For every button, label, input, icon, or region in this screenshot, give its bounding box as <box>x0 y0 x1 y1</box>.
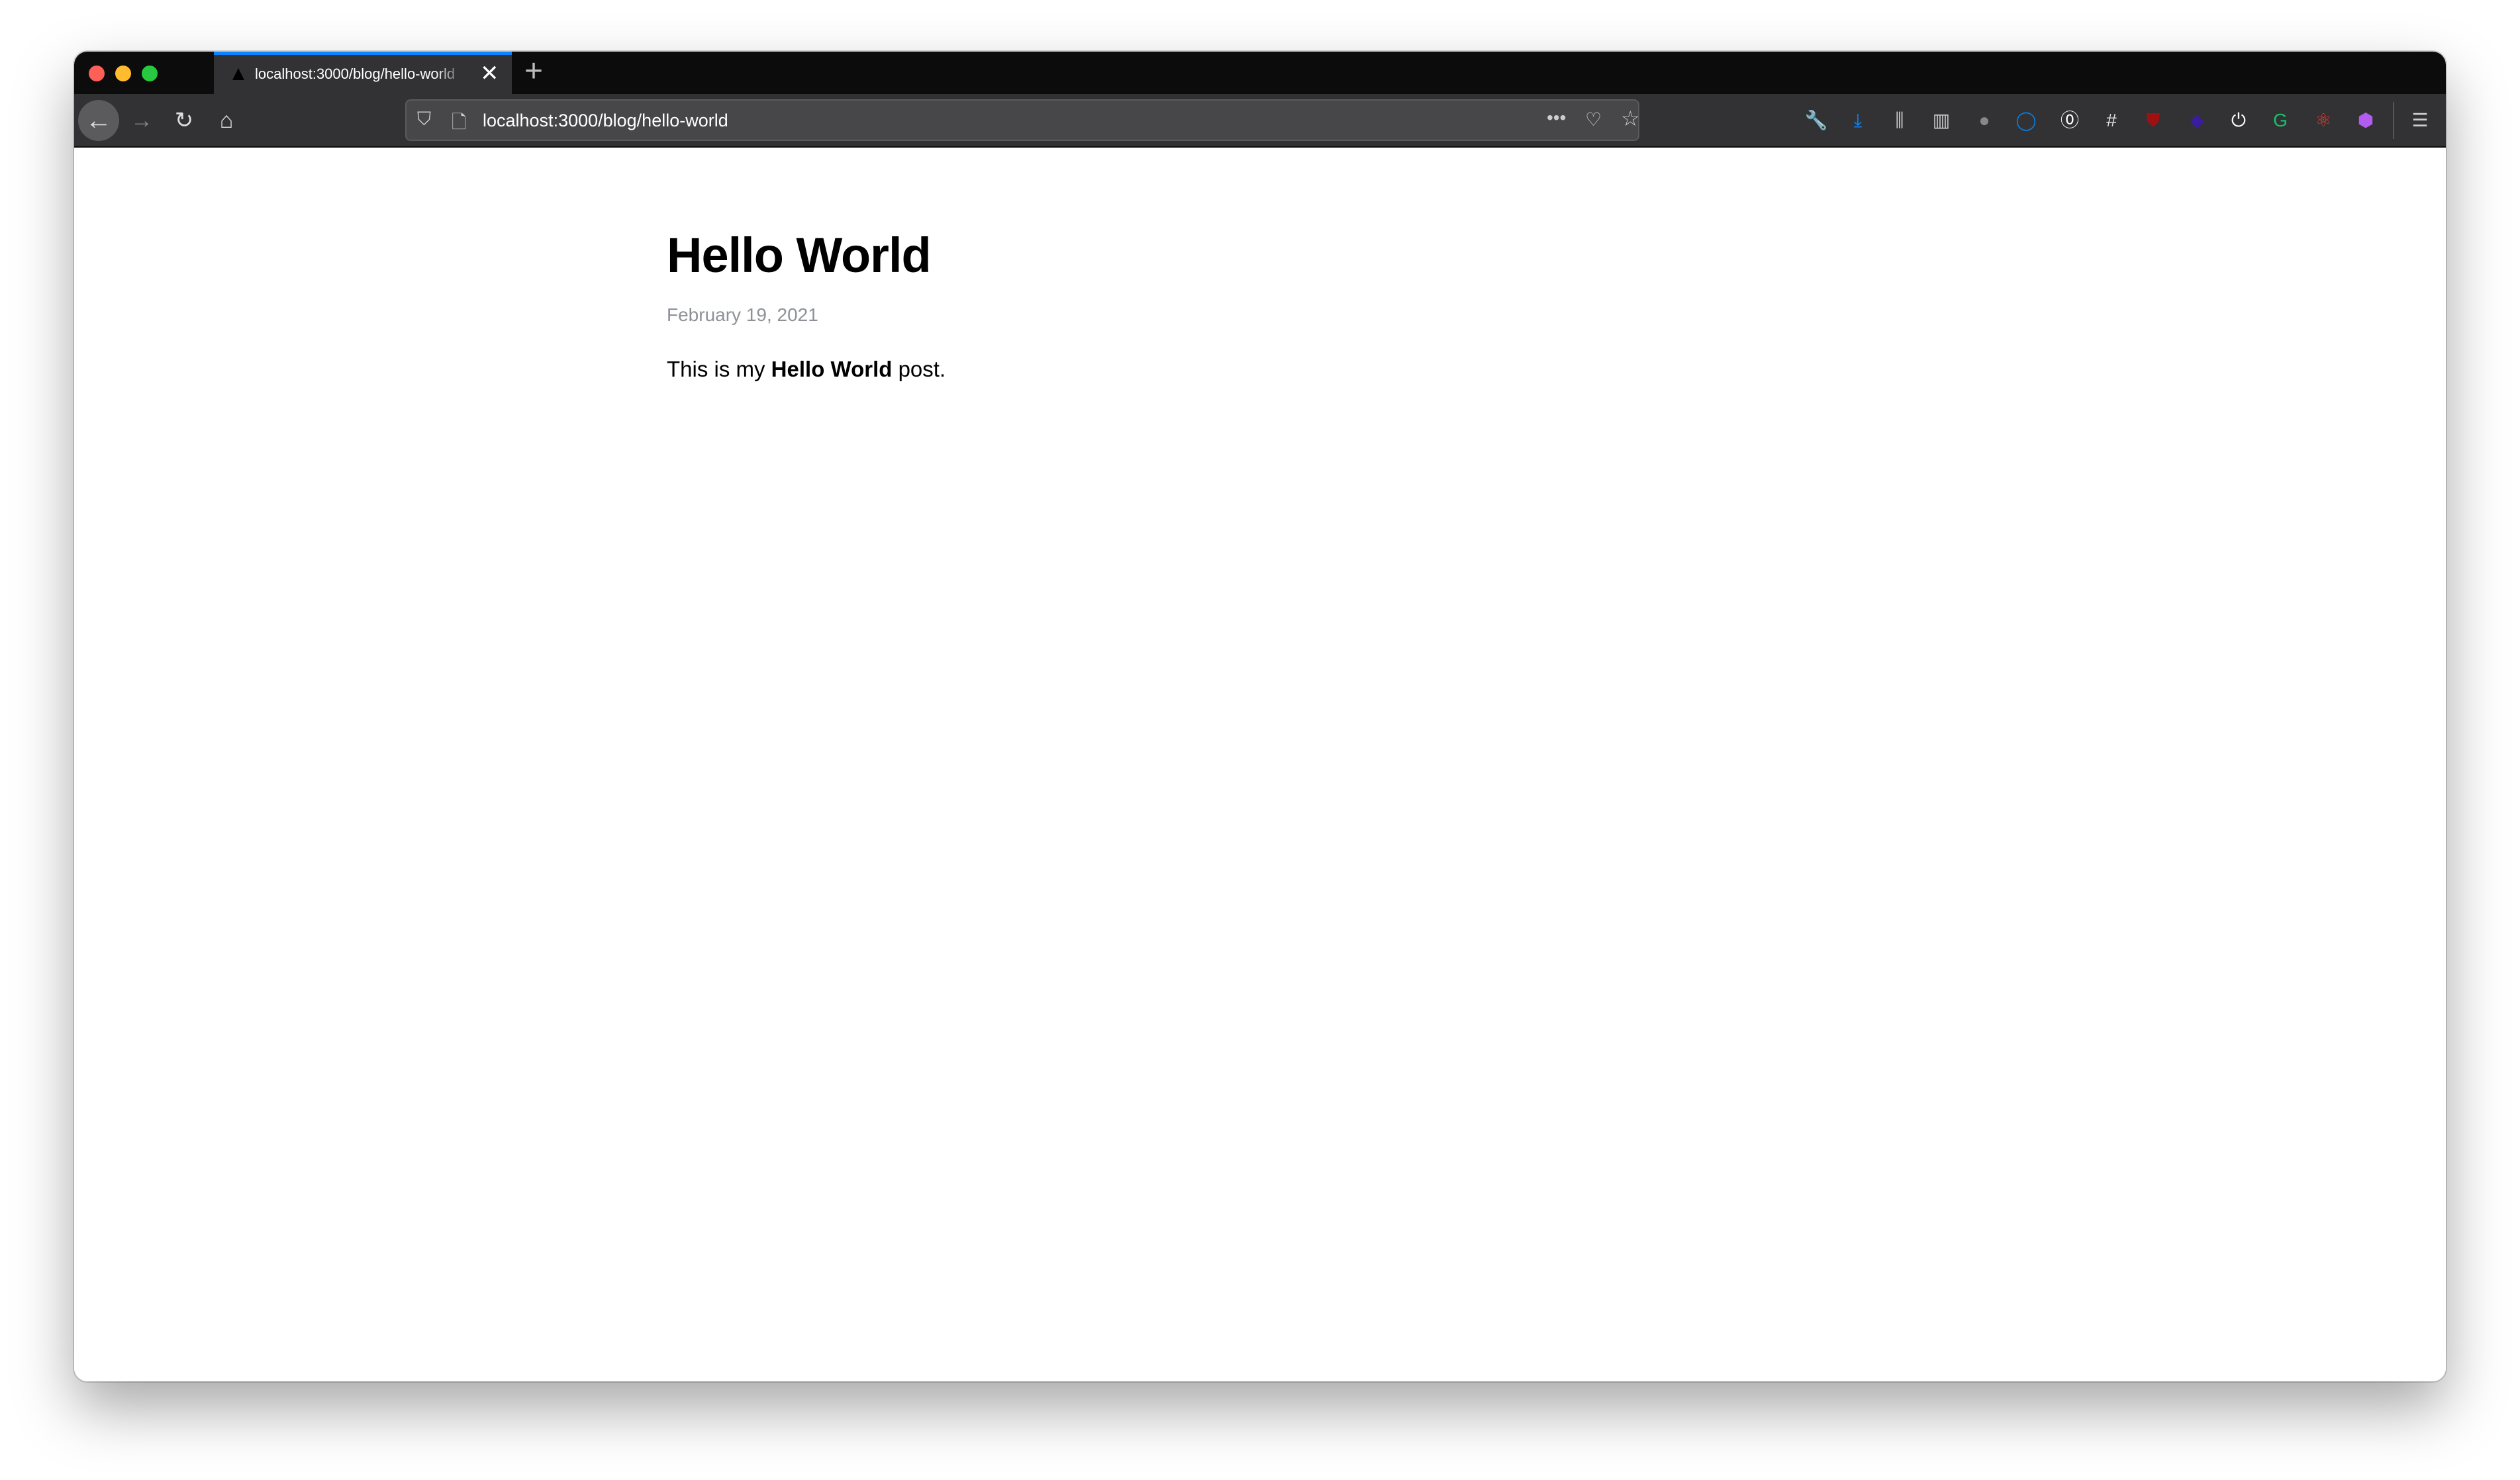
more-icon[interactable]: ••• <box>1547 107 1566 128</box>
page-content: Hello World February 19, 2021 This is my… <box>74 148 2446 1381</box>
minimize-window-button[interactable] <box>115 66 131 81</box>
library-icon[interactable]: ⫼ <box>1886 107 1913 134</box>
hex-extension-icon[interactable]: ⬢ <box>2352 107 2379 134</box>
wrench-icon[interactable]: 🔧 <box>1803 107 1829 134</box>
pocket-icon[interactable]: ♡ <box>1585 109 1602 130</box>
body-text: This is my <box>667 357 771 381</box>
favicon-icon <box>232 68 244 80</box>
home-button[interactable]: ⌂ <box>209 103 244 138</box>
new-tab-button[interactable]: + <box>524 53 543 89</box>
close-tab-icon[interactable]: ✕ <box>480 60 499 87</box>
ublock-icon[interactable]: ⛊ <box>2140 107 2166 134</box>
body-text-end: post. <box>892 357 946 381</box>
post-date: February 19, 2021 <box>667 304 818 325</box>
onepassword-icon[interactable]: ⓪ <box>2057 107 2083 134</box>
fence-icon[interactable]: # <box>2098 107 2125 134</box>
power-icon[interactable]: ⏻ <box>2225 107 2252 134</box>
tab-title: localhost:3000/blog/hello-world <box>255 66 456 82</box>
close-window-button[interactable] <box>89 66 105 81</box>
nav-toolbar: ← → ↻ ⌂ ⛉ 🗋 localhost:3000/blog/hello-wo… <box>74 94 2446 148</box>
forward-button[interactable]: → <box>124 103 159 138</box>
post-body: This is my Hello World post. <box>667 357 945 382</box>
menu-icon[interactable]: ☰ <box>2407 107 2433 134</box>
tab-bar: localhost:3000/blog/hello-world ✕ + <box>74 52 2446 94</box>
circle-extension-icon[interactable]: ◯ <box>2013 107 2039 134</box>
toolbar-divider <box>2393 102 2394 139</box>
bookmark-star-icon[interactable]: ☆ <box>1621 106 1640 131</box>
body-bold-text: Hello World <box>771 357 893 381</box>
address-bar[interactable]: ⛉ 🗋 localhost:3000/blog/hello-world ••• … <box>405 99 1640 141</box>
react-devtools-icon[interactable]: ⚛ <box>2310 107 2337 134</box>
page-icon: 🗋 <box>452 112 467 132</box>
download-icon[interactable]: ⤓ <box>1845 107 1871 134</box>
diamond-extension-icon[interactable]: ◆ <box>2184 107 2210 134</box>
back-button[interactable]: ← <box>78 100 119 141</box>
tab-active[interactable]: localhost:3000/blog/hello-world ✕ <box>214 52 512 94</box>
grammarly-icon[interactable]: G <box>2267 107 2294 134</box>
url-text[interactable]: localhost:3000/blog/hello-world <box>483 111 728 131</box>
browser-window: localhost:3000/blog/hello-world ✕ + ← → … <box>74 52 2446 1381</box>
maximize-window-button[interactable] <box>142 66 158 81</box>
shield-icon[interactable]: ⛉ <box>417 109 431 130</box>
avatar-extension-icon[interactable]: ● <box>1971 107 1998 134</box>
post-title: Hello World <box>667 228 932 283</box>
sidebar-icon[interactable]: ▥ <box>1928 107 1955 134</box>
reload-button[interactable]: ↻ <box>167 103 201 138</box>
